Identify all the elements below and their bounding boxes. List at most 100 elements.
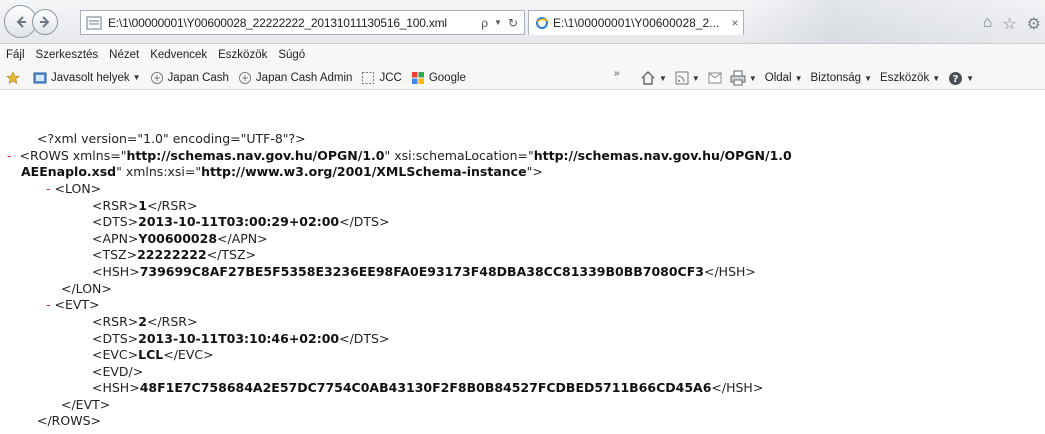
security-menu-label: Biztonság bbox=[810, 72, 862, 84]
print-button[interactable]: ▼ bbox=[730, 70, 757, 86]
favorite-label: JCC bbox=[379, 71, 402, 84]
security-menu[interactable]: Biztonság ▼ bbox=[811, 72, 872, 84]
address-url[interactable]: E:\1\00000001\Y00600028_22222222_2013101… bbox=[108, 16, 481, 30]
lon-dts: <DTS>2013-10-11T03:00:29+02:00</DTS> bbox=[92, 214, 389, 230]
menu-file[interactable]: Fájl bbox=[6, 49, 25, 61]
lon-close: </LON> bbox=[61, 281, 112, 296]
favorites-bar: Javasolt helyek ▼ Japan Cash Japan Cash A… bbox=[0, 66, 1045, 90]
tag: <RSR> bbox=[92, 314, 139, 329]
lon-hsh: <HSH>739699C8AF27BE5F5358E3236EE98FA0E93… bbox=[92, 264, 756, 280]
home-icon[interactable]: ⌂ bbox=[983, 14, 993, 34]
menu-edit[interactable]: Szerkesztés bbox=[36, 49, 99, 61]
evt-hsh-value: 48F1E7C758684A2E57DC7754C0AB43130F2F8B0B… bbox=[139, 380, 712, 395]
tag: </APN> bbox=[217, 231, 268, 246]
google-icon bbox=[411, 71, 424, 84]
tag: <RSR> bbox=[92, 198, 139, 213]
tag: </DTS> bbox=[339, 331, 390, 346]
help-button[interactable]: ? ▼ bbox=[948, 71, 974, 86]
lon-tsz: <TSZ>22222222</TSZ> bbox=[92, 247, 256, 263]
suggested-sites[interactable]: Javasolt helyek ▼ bbox=[33, 71, 141, 85]
evt-open-line: - <EVT> bbox=[46, 297, 100, 313]
home-button[interactable]: ▼ bbox=[640, 70, 667, 86]
lon-apn: <APN>Y00600028</APN> bbox=[92, 231, 268, 247]
evt-dts: <DTS>2013-10-11T03:10:46+02:00</DTS> bbox=[92, 331, 389, 347]
tools-menu-label: Eszközök bbox=[879, 72, 930, 84]
lon-rsr: <RSR>1</RSR> bbox=[92, 198, 197, 214]
suggested-sites-label: Javasolt helyek bbox=[51, 71, 130, 84]
dotted-page-icon bbox=[362, 71, 375, 84]
overflow-chevron-icon[interactable]: » bbox=[614, 68, 620, 79]
chevron-down-icon: ▼ bbox=[966, 73, 975, 83]
evt-rsr-value: 2 bbox=[138, 314, 147, 329]
help-icon: ? bbox=[949, 71, 963, 85]
page-menu-label: Oldal bbox=[764, 72, 792, 84]
lon-open-tag: <LON> bbox=[54, 181, 102, 196]
tag: </RSR> bbox=[146, 198, 198, 213]
address-bar[interactable]: E:\1\00000001\Y00600028_22222222_2013101… bbox=[80, 10, 525, 35]
rows-schema-location: http://schemas.nav.gov.hu/OPGN/1.0 bbox=[533, 148, 792, 163]
tag: <DTS> bbox=[92, 331, 139, 346]
favorite-google[interactable]: Google bbox=[411, 71, 466, 85]
chevron-down-icon: ▼ bbox=[748, 73, 757, 83]
tag: <APN> bbox=[92, 231, 139, 246]
xml-declaration: <?xml version="1.0" encoding="UTF-8"?> bbox=[37, 131, 306, 146]
chevron-down-icon[interactable]: ▼ bbox=[494, 18, 502, 27]
rows-open-line: - <ROWS xmlns="http://schemas.nav.gov.hu… bbox=[7, 148, 792, 164]
rows-tag-start: <ROWS xmlns=" bbox=[19, 148, 127, 163]
chevron-down-icon: ▼ bbox=[932, 73, 941, 83]
menu-tools[interactable]: Eszközök bbox=[218, 49, 267, 61]
ie-icon bbox=[536, 17, 549, 29]
page-menu[interactable]: Oldal ▼ bbox=[765, 72, 803, 84]
collapse-toggle[interactable]: - bbox=[46, 181, 51, 196]
lon-apn-value: Y00600028 bbox=[138, 231, 218, 246]
tab-title: E:\1\00000001\Y00600028_2... bbox=[553, 16, 720, 30]
arrow-right-icon bbox=[40, 16, 50, 28]
tools-menu[interactable]: Eszközök ▼ bbox=[880, 72, 940, 84]
rows-xsi-namespace: http://www.w3.org/2001/XMLSchema-instanc… bbox=[201, 164, 527, 179]
page-icon bbox=[86, 16, 102, 29]
chevron-down-icon: ▼ bbox=[691, 73, 700, 83]
xml-document: <?xml version="1.0" encoding="UTF-8"?> -… bbox=[0, 91, 1045, 434]
tag: <TSZ> bbox=[92, 247, 138, 262]
svg-text:?: ? bbox=[953, 74, 959, 85]
menu-help[interactable]: Súgó bbox=[278, 49, 305, 61]
collapse-toggle[interactable]: - bbox=[7, 148, 12, 163]
tag: <HSH> bbox=[92, 380, 140, 395]
favorites-star[interactable] bbox=[6, 70, 24, 85]
forward-button[interactable] bbox=[32, 9, 58, 35]
favorite-label: Google bbox=[428, 71, 466, 84]
rows-namespace: http://schemas.nav.gov.hu/OPGN/1.0 bbox=[126, 148, 385, 163]
favorites-star-icon bbox=[6, 70, 20, 84]
evt-open-tag: <EVT> bbox=[54, 297, 100, 312]
star-icon[interactable]: ☆ bbox=[1002, 14, 1016, 34]
mail-button[interactable] bbox=[708, 72, 722, 84]
evt-evc-value: LCL bbox=[138, 347, 164, 362]
chevron-down-icon: ▼ bbox=[132, 73, 141, 82]
feeds-icon bbox=[675, 71, 689, 85]
refresh-icon[interactable]: ↻ bbox=[508, 16, 518, 30]
lon-hsh-value: 739699C8AF27BE5F5358E3236EE98FA0E93173F4… bbox=[139, 264, 704, 279]
menu-view[interactable]: Nézet bbox=[109, 49, 139, 61]
rows-close: </ROWS> bbox=[37, 413, 101, 428]
tab-active[interactable]: E:\1\00000001\Y00600028_2... × bbox=[528, 10, 744, 35]
collapse-toggle[interactable]: - bbox=[46, 297, 51, 312]
close-icon[interactable]: × bbox=[727, 16, 743, 30]
favorite-label: Japan Cash Admin bbox=[255, 71, 353, 84]
tag: </HSH> bbox=[703, 264, 756, 279]
search-icon[interactable]: ρ bbox=[481, 16, 488, 30]
menu-favorites[interactable]: Kedvencek bbox=[150, 49, 207, 61]
feeds-button[interactable]: ▼ bbox=[675, 71, 700, 85]
gear-icon[interactable]: ⚙ bbox=[1027, 14, 1041, 34]
favorite-japan-cash-admin[interactable]: Japan Cash Admin bbox=[238, 71, 353, 85]
lon-rsr-value: 1 bbox=[138, 198, 147, 213]
tag: </HSH> bbox=[711, 380, 764, 395]
chevron-down-icon: ▼ bbox=[794, 73, 803, 83]
evt-evd: <EVD/> bbox=[92, 364, 144, 379]
favorite-japan-cash[interactable]: Japan Cash bbox=[150, 71, 229, 85]
evt-close: </EVT> bbox=[61, 397, 111, 412]
arrow-left-icon bbox=[16, 15, 26, 28]
evt-evc: <EVC>LCL</EVC> bbox=[92, 347, 214, 363]
lon-dts-value: 2013-10-11T03:00:29+02:00 bbox=[138, 214, 340, 229]
tag: </DTS> bbox=[339, 214, 390, 229]
favorite-jcc[interactable]: JCC bbox=[361, 71, 402, 85]
